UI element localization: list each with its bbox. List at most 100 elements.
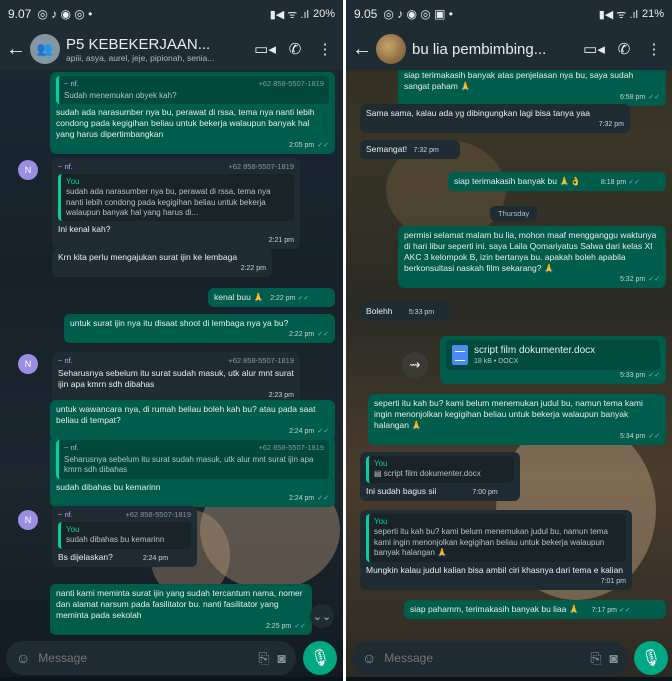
status-time: 9.07 [8, 7, 32, 21]
signal-icon: ▮◀ ᯤ .ıl [269, 8, 309, 21]
more-options-icon[interactable]: ⋮ [313, 40, 337, 58]
quoted-message[interactable]: You seperti itu kah bu? kami belum menem… [366, 514, 626, 562]
message-text: sudah ada narasumber nya bu, perawat di … [56, 107, 315, 140]
chat-title-block[interactable]: bu lia pembimbing... [412, 41, 576, 58]
message-composer[interactable]: ☺ ⎘ ◙ [6, 641, 296, 675]
read-receipt-icon: ✓✓ [648, 276, 660, 284]
mic-button[interactable]: 🎙 [634, 641, 668, 675]
quoted-message[interactable]: You sudah dibahas bu kemarinn [58, 521, 191, 549]
message-text: siap pahamm, terimakasih banyak bu liaa … [410, 604, 580, 614]
message-time: 2:22 pm [270, 295, 296, 302]
message-text: Ini sudah bagus sii [366, 485, 437, 496]
message-outgoing[interactable]: untuk surat ijin nya itu disaat shoot di… [64, 314, 335, 344]
document-message[interactable]: script film dokumenter.docx 18 kB • DOCX… [440, 336, 666, 385]
message-composer[interactable]: ☺ ⎘ ◙ [352, 641, 628, 675]
group-avatar[interactable]: 👥 [30, 34, 60, 64]
quoted-message[interactable]: You sudah ada narasumber nya bu, perawat… [58, 173, 294, 222]
message-outgoing[interactable]: nanti kami meminta surat ijin yang sudah… [50, 584, 312, 636]
quoted-text: script film dokumenter.docx [383, 469, 481, 479]
document-file-icon: ▤ [374, 469, 384, 479]
quoted-message[interactable]: ~ nf. +62 858-5507-1819 Seharusnya sebelu… [56, 440, 329, 479]
quoted-text: sudah ada narasumber nya bu, perawat di … [66, 187, 271, 217]
quoted-text: Seharusnya sebelum itu surat sudah masuk… [64, 454, 314, 475]
read-receipt-icon: ✓✓ [648, 372, 660, 380]
message-time: 2:23 pm [268, 391, 294, 399]
message-incoming[interactable]: Sama sama, kalau ada yg dibingungkan lag… [360, 104, 630, 134]
chat-title-block[interactable]: P5 KEBEKERJAAN... apiii, asya, aurel, je… [66, 36, 247, 63]
contact-avatar[interactable] [376, 34, 406, 64]
message-input[interactable] [38, 651, 251, 665]
read-receipt-icon: ✓✓ [619, 607, 631, 614]
message-outgoing[interactable]: permisi selamat malam bu lia, mohon maaf… [398, 226, 666, 289]
message-input[interactable] [384, 651, 583, 665]
video-call-icon[interactable]: ▭◂ [253, 40, 277, 58]
quoted-text: Sudah menemukan obyek kah? [64, 90, 177, 100]
sender-phone: +62 858-5507-1819 [228, 356, 294, 365]
message-outgoing[interactable]: siap terimakasih banyak bu 🙏👌 8:18 pm ✓✓ [448, 172, 666, 192]
quoted-text: sudah dibahas bu kemarinn [66, 535, 165, 545]
forward-icon[interactable]: ⇝ [402, 352, 428, 378]
message-text: nanti kami meminta surat ijin yang sudah… [56, 588, 303, 621]
quoted-sender: ~ nf. [64, 443, 79, 452]
emoji-icon[interactable]: ☺ [16, 650, 30, 666]
status-bar: 9.05 ◎ ♪ ◉ ◎ ▣ • ▮◀ ᯤ .ıl 21% [346, 0, 672, 28]
message-text: sudah dibahas bu kemarinn [56, 481, 161, 492]
voice-call-icon[interactable]: ✆ [283, 40, 307, 58]
sender-avatar[interactable]: N [18, 354, 38, 374]
message-outgoing[interactable]: ~ nf. +62 858-5507-1819 Sudah menemukan o… [50, 72, 335, 155]
sender-name: ~ nf. [58, 162, 73, 171]
chat-header: ← bu lia pembimbing... ▭◂ ✆ ⋮ [346, 28, 672, 70]
emoji-icon[interactable]: ☺ [362, 650, 376, 666]
read-receipt-icon: ✓✓ [317, 428, 329, 436]
voice-call-icon[interactable]: ✆ [612, 40, 636, 58]
sender-phone: +62 858-5507-1819 [125, 510, 191, 519]
message-time: 6:58 pm [619, 94, 646, 102]
message-incoming[interactable]: Krn kita perlu mengajukan surat ijin ke … [52, 248, 272, 278]
message-time: 2:22 pm [288, 331, 315, 339]
message-incoming[interactable]: You seperti itu kah bu? kami belum menem… [360, 510, 632, 590]
battery-level: 20% [312, 8, 335, 20]
attach-icon[interactable]: ⎘ [258, 650, 269, 667]
read-receipt-icon: ✓✓ [317, 142, 329, 150]
message-outgoing[interactable]: siap terimakasih banyak atas penjelasan … [398, 70, 666, 107]
quoted-message[interactable]: ~ nf. +62 858-5507-1819 Sudah menemukan o… [56, 76, 329, 105]
message-time: 7:32 pm [598, 121, 624, 129]
scroll-down-icon[interactable]: ⌄⌄ [310, 604, 334, 628]
sender-phone: +62 858-5507-1819 [228, 162, 294, 171]
message-time: 2:05 pm [288, 142, 315, 150]
camera-icon[interactable]: ◙ [610, 650, 618, 666]
message-incoming[interactable]: Bolehh 5:33 pm [360, 302, 450, 322]
message-outgoing[interactable]: seperti itu kah bu? kami belum menemukan… [368, 394, 666, 446]
message-outgoing[interactable]: ~ nf. +62 858-5507-1819 Seharusnya sebelu… [50, 436, 335, 507]
quoted-message[interactable]: You ▤ script film dokumenter.docx [366, 456, 514, 483]
camera-icon[interactable]: ◙ [278, 650, 286, 666]
video-call-icon[interactable]: ▭◂ [582, 40, 606, 58]
document-name: script film dokumenter.docx [474, 345, 596, 356]
mic-button[interactable]: 🎙 [303, 641, 337, 675]
message-incoming[interactable]: ~ nf. +62 858-5507-1819 You sudah ada nar… [52, 158, 300, 250]
document-attachment[interactable]: script film dokumenter.docx 18 kB • DOCX [446, 340, 660, 371]
chat-panel-left: 9.07 ◎ ♪ ◉ ◎ • ▮◀ ᯤ .ıl 20% ← 👥 P5 KEBEK… [0, 0, 343, 681]
message-time: 2:24 pm [142, 554, 169, 562]
message-incoming[interactable]: Semangat! 7:32 pm [360, 140, 460, 160]
message-outgoing[interactable]: siap pahamm, terimakasih banyak bu liaa … [404, 600, 666, 620]
sender-avatar[interactable]: N [18, 160, 38, 180]
message-time: 5:33 pm [408, 309, 435, 316]
message-outgoing[interactable]: kenal buu 🙏 2:22 pm ✓✓ [208, 288, 335, 308]
back-arrow-icon[interactable]: ← [352, 38, 372, 61]
chat-title: bu lia pembimbing... [412, 40, 547, 58]
document-meta: 18 kB • DOCX [474, 358, 519, 365]
attach-icon[interactable]: ⎘ [590, 650, 601, 667]
sender-avatar[interactable]: N [18, 510, 38, 530]
quoted-sender: You [374, 459, 388, 468]
more-options-icon[interactable]: ⋮ [642, 40, 666, 58]
message-incoming[interactable]: You ▤ script film dokumenter.docx Ini su… [360, 452, 520, 501]
message-incoming[interactable]: ~ nf. +62 858-5507-1819 Seharusnya sebelu… [52, 352, 300, 404]
message-outgoing[interactable]: untuk wawancara nya, di rumah beliau bol… [50, 400, 335, 441]
quoted-phone: +62 858-5507-1819 [258, 443, 324, 452]
message-list: siap terimakasih banyak atas penjelasan … [346, 70, 672, 637]
back-arrow-icon[interactable]: ← [6, 38, 26, 61]
message-text: Mungkin kalau judul kalian bisa ambil ci… [366, 564, 624, 575]
message-incoming[interactable]: ~ nf. +62 858-5507-1819 You sudah dibahas… [52, 506, 197, 567]
message-text: Sama sama, kalau ada yg dibingungkan lag… [366, 108, 590, 118]
